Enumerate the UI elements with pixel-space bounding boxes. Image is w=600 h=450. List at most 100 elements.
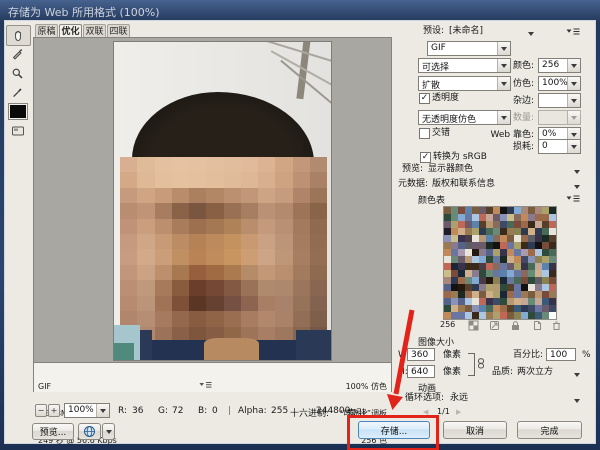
lossy-select[interactable]: 0 <box>538 139 581 154</box>
color-swatch-cell[interactable] <box>528 305 535 312</box>
color-swatch-cell[interactable] <box>458 214 465 221</box>
quality-value[interactable]: 两次立方 <box>517 367 553 378</box>
color-swatch-cell[interactable] <box>493 228 500 235</box>
color-swatch-cell[interactable] <box>472 242 479 249</box>
colors-select[interactable]: 256 <box>538 58 581 73</box>
color-swatch-cell[interactable] <box>472 249 479 256</box>
color-swatch-cell[interactable] <box>514 221 521 228</box>
transparency-dither-select[interactable]: 无透明度仿色 <box>418 110 511 125</box>
next-frame-icon[interactable]: ▶ <box>456 407 461 418</box>
color-swatch-cell[interactable] <box>465 214 472 221</box>
color-swatch-cell[interactable] <box>528 270 535 277</box>
color-swatch-cell[interactable] <box>535 221 542 228</box>
color-swatch-cell[interactable] <box>542 221 549 228</box>
color-swatch-cell[interactable] <box>472 228 479 235</box>
color-swatch-cell[interactable] <box>521 277 528 284</box>
color-swatch-cell[interactable] <box>493 242 500 249</box>
color-swatch-cell[interactable] <box>444 214 451 221</box>
color-swatch-cell[interactable] <box>486 207 493 214</box>
color-swatch-cell[interactable] <box>521 305 528 312</box>
color-swatch-cell[interactable] <box>528 298 535 305</box>
color-swatch-cell[interactable] <box>507 256 514 263</box>
color-swatch-cell[interactable] <box>500 305 507 312</box>
color-swatch-cell[interactable] <box>500 298 507 305</box>
preset-dropdown-arrow-icon[interactable] <box>528 32 534 39</box>
color-swatch-cell[interactable] <box>507 242 514 249</box>
color-swatch-cell[interactable] <box>486 242 493 249</box>
color-swatch-cell[interactable] <box>493 235 500 242</box>
color-swatch-cell[interactable] <box>542 277 549 284</box>
color-swatch-cell[interactable] <box>444 221 451 228</box>
color-swatch-cell[interactable] <box>444 291 451 298</box>
color-swatch-cell[interactable] <box>465 284 472 291</box>
color-swatch-cell[interactable] <box>514 242 521 249</box>
color-swatch-cell[interactable] <box>472 291 479 298</box>
color-swatch-cell[interactable] <box>493 284 500 291</box>
color-swatch-cell[interactable] <box>486 214 493 221</box>
color-swatch-cell[interactable] <box>493 291 500 298</box>
color-swatch-cell[interactable] <box>465 249 472 256</box>
color-swatch-cell[interactable] <box>458 305 465 312</box>
color-swatch-cell[interactable] <box>542 291 549 298</box>
color-swatch-cell[interactable] <box>500 214 507 221</box>
color-swatch-cell[interactable] <box>493 312 500 319</box>
color-swatch-cell[interactable] <box>444 256 451 263</box>
color-swatch-cell[interactable] <box>451 249 458 256</box>
color-swatch-cell[interactable] <box>465 235 472 242</box>
color-swatch-cell[interactable] <box>549 298 556 305</box>
dither-method-select[interactable]: 扩散 <box>418 76 511 91</box>
color-swatch-cell[interactable] <box>472 270 479 277</box>
color-swatch-cell[interactable] <box>528 256 535 263</box>
color-swatch-cell[interactable] <box>542 235 549 242</box>
toggle-slices-button[interactable] <box>6 121 29 140</box>
color-swatch-cell[interactable] <box>500 221 507 228</box>
color-swatch-cell[interactable] <box>500 263 507 270</box>
color-swatch-cell[interactable] <box>528 221 535 228</box>
color-swatch-cell[interactable] <box>535 242 542 249</box>
color-swatch-cell[interactable] <box>514 291 521 298</box>
color-swatch-cell[interactable] <box>444 298 451 305</box>
color-swatch-cell[interactable] <box>458 270 465 277</box>
color-swatch-cell[interactable] <box>542 284 549 291</box>
color-swatch-cell[interactable] <box>465 256 472 263</box>
color-swatch-cell[interactable] <box>451 284 458 291</box>
color-swatch-cell[interactable] <box>451 305 458 312</box>
color-swatch-cell[interactable] <box>535 207 542 214</box>
map-transparency-icon[interactable] <box>468 320 479 331</box>
color-swatch-cell[interactable] <box>458 277 465 284</box>
color-swatch-cell[interactable] <box>458 256 465 263</box>
color-swatch-cell[interactable] <box>528 263 535 270</box>
color-swatch-cell[interactable] <box>521 221 528 228</box>
color-swatch-cell[interactable] <box>458 263 465 270</box>
color-swatch-cell[interactable] <box>507 221 514 228</box>
color-swatch-cell[interactable] <box>493 277 500 284</box>
color-swatch-cell[interactable] <box>458 284 465 291</box>
color-swatch-cell[interactable] <box>535 270 542 277</box>
color-swatch-cell[interactable] <box>521 312 528 319</box>
color-swatch-cell[interactable] <box>535 263 542 270</box>
tab-2up[interactable]: 双联 <box>83 24 106 38</box>
color-swatch-cell[interactable] <box>514 305 521 312</box>
color-swatch-cell[interactable] <box>479 235 486 242</box>
eyedropper-color-swatch[interactable] <box>8 103 28 120</box>
color-swatch-cell[interactable] <box>493 263 500 270</box>
color-swatch-cell[interactable] <box>444 242 451 249</box>
color-swatch-cell[interactable] <box>486 277 493 284</box>
color-swatch-cell[interactable] <box>486 221 493 228</box>
new-color-icon[interactable] <box>532 320 543 331</box>
color-swatch-cell[interactable] <box>486 263 493 270</box>
loop-options-value[interactable]: 永远 <box>450 393 468 404</box>
color-swatch-cell[interactable] <box>444 235 451 242</box>
color-swatch-cell[interactable] <box>479 312 486 319</box>
color-swatch-cell[interactable] <box>479 249 486 256</box>
shift-web-palette-icon[interactable] <box>489 320 500 331</box>
color-swatch-cell[interactable] <box>472 277 479 284</box>
color-swatch-cell[interactable] <box>465 207 472 214</box>
color-swatch-cell[interactable] <box>458 221 465 228</box>
color-swatch-cell[interactable] <box>549 256 556 263</box>
eyedropper-tool-button[interactable] <box>6 83 29 102</box>
color-swatch-cell[interactable] <box>465 221 472 228</box>
color-swatch-cell[interactable] <box>465 270 472 277</box>
color-swatch-cell[interactable] <box>535 298 542 305</box>
color-swatch-cell[interactable] <box>472 256 479 263</box>
